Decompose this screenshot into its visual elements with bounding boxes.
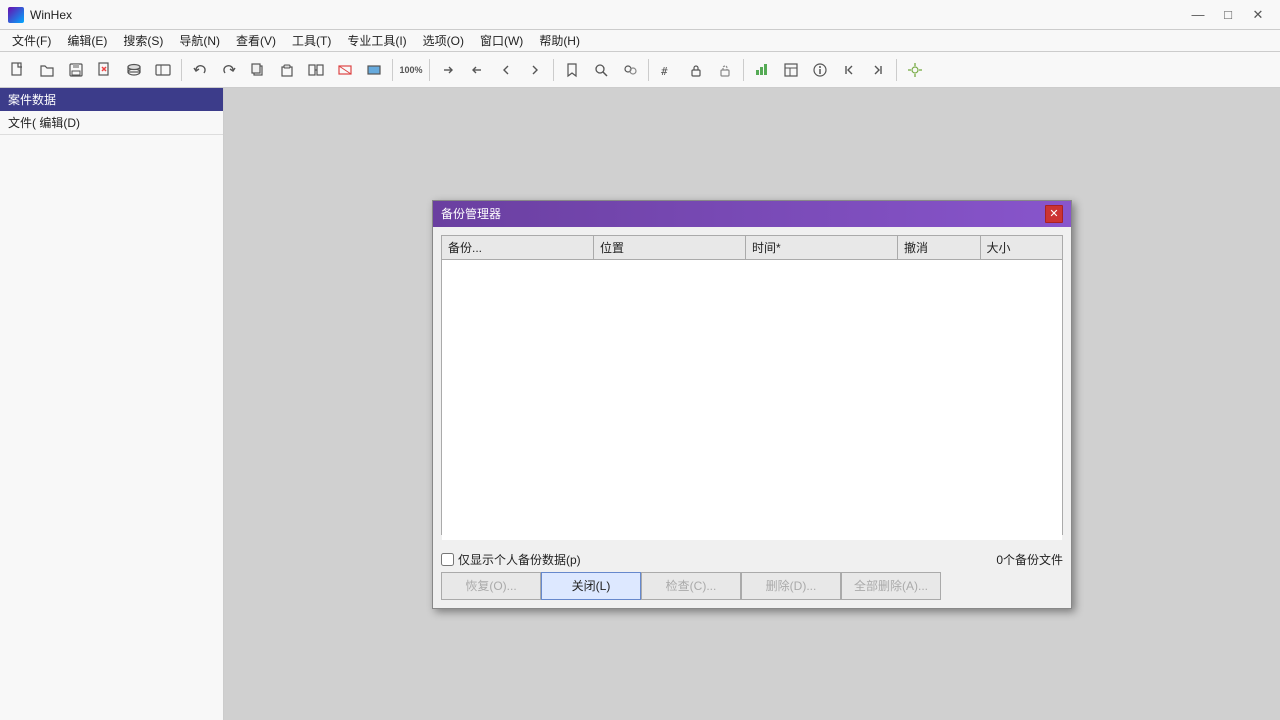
undo-button[interactable] — [186, 56, 214, 84]
table-body — [442, 260, 1062, 540]
menu-view[interactable]: 查看(V) — [228, 30, 284, 51]
menu-pro-tools[interactable]: 专业工具(I) — [339, 30, 414, 51]
menu-navigate[interactable]: 导航(N) — [171, 30, 228, 51]
decrypt-button[interactable] — [711, 56, 739, 84]
content-area: 案件数据 文件( 编辑(D) 备份管理器 ✕ 备份... 位置 — [0, 88, 1280, 720]
zoom-button[interactable]: 100% — [397, 56, 425, 84]
dialog-body: 备份... 位置 时间* 撤消 大小 — [433, 227, 1071, 543]
app-title: WinHex — [30, 8, 72, 22]
menu-help[interactable]: 帮助(H) — [531, 30, 588, 51]
analysis-button[interactable] — [748, 56, 776, 84]
app-icon — [8, 7, 24, 23]
delete-button[interactable]: 删除(D)... — [741, 572, 841, 600]
backup-count: 0个备份文件 — [996, 551, 1063, 568]
replace-button[interactable] — [616, 56, 644, 84]
sidebar-header: 案件数据 — [0, 88, 223, 111]
table-header-row: 备份... 位置 时间* 撤消 大小 — [442, 236, 1062, 260]
dialog-footer: 仅显示个人备份数据(p) 0个备份文件 恢复(O)... 关闭(L) 检查(C)… — [433, 543, 1071, 608]
redo-button[interactable] — [215, 56, 243, 84]
title-bar: WinHex — □ ✕ — [0, 0, 1280, 30]
personal-backup-checkbox[interactable] — [441, 553, 454, 566]
menu-edit[interactable]: 编辑(E) — [59, 30, 115, 51]
open-button[interactable] — [33, 56, 61, 84]
sidebar: 案件数据 文件( 编辑(D) — [0, 88, 224, 720]
menu-bar: 文件(F) 编辑(E) 搜索(S) 导航(N) 查看(V) 工具(T) 专业工具… — [0, 30, 1280, 52]
fill-button[interactable] — [360, 56, 388, 84]
crypt-button[interactable] — [682, 56, 710, 84]
copy-button[interactable] — [244, 56, 272, 84]
col-undo: 撤消 — [898, 236, 981, 259]
col-backup: 备份... — [442, 236, 594, 259]
toolbar-separator-3 — [429, 59, 430, 81]
toolbar-separator-2 — [392, 59, 393, 81]
bookmark-button[interactable] — [558, 56, 586, 84]
go-forward-button[interactable] — [434, 56, 462, 84]
window-close-button[interactable]: ✕ — [1244, 5, 1272, 25]
svg-text:#: # — [661, 65, 668, 78]
menu-search[interactable]: 搜索(S) — [115, 30, 171, 51]
close-button[interactable]: 关闭(L) — [541, 572, 641, 600]
checkbox-row: 仅显示个人备份数据(p) 0个备份文件 — [441, 547, 1063, 572]
clone-button[interactable] — [302, 56, 330, 84]
main-view: 备份管理器 ✕ 备份... 位置 时间* 撤消 大小 — [224, 88, 1280, 720]
go-back-button[interactable] — [463, 56, 491, 84]
toolbar-separator-5 — [648, 59, 649, 81]
options-button[interactable] — [901, 56, 929, 84]
col-time: 时间* — [746, 236, 898, 259]
open-partition-button[interactable] — [149, 56, 177, 84]
dialog-close-button[interactable]: ✕ — [1045, 205, 1063, 223]
minimize-button[interactable]: — — [1184, 5, 1212, 25]
menu-tools[interactable]: 工具(T) — [284, 30, 339, 51]
toolbar-separator — [181, 59, 182, 81]
personal-backup-checkbox-label[interactable]: 仅显示个人备份数据(p) — [441, 551, 581, 568]
backup-manager-dialog: 备份管理器 ✕ 备份... 位置 时间* 撤消 大小 — [432, 200, 1072, 609]
menu-options[interactable]: 选项(O) — [415, 30, 472, 51]
toolbar-separator-4 — [553, 59, 554, 81]
close-file-button[interactable] — [91, 56, 119, 84]
dialog-buttons: 恢复(O)... 关闭(L) 检查(C)... 删除(D)... 全部删除(A)… — [441, 572, 1063, 600]
maximize-button[interactable]: □ — [1214, 5, 1242, 25]
toolbar: 100% # — [0, 52, 1280, 88]
find-button[interactable] — [587, 56, 615, 84]
new-file-button[interactable] — [4, 56, 32, 84]
sidebar-sub-header: 文件( 编辑(D) — [0, 111, 223, 135]
menu-file[interactable]: 文件(F) — [4, 30, 59, 51]
backup-table: 备份... 位置 时间* 撤消 大小 — [441, 235, 1063, 535]
dialog-title: 备份管理器 — [441, 205, 501, 222]
wipe-button[interactable] — [331, 56, 359, 84]
menu-window[interactable]: 窗口(W) — [472, 30, 531, 51]
toolbar-separator-6 — [743, 59, 744, 81]
prev-result-button[interactable] — [835, 56, 863, 84]
disk-info-button[interactable] — [806, 56, 834, 84]
dialog-overlay: 备份管理器 ✕ 备份... 位置 时间* 撤消 大小 — [224, 88, 1280, 720]
col-location: 位置 — [594, 236, 746, 259]
window-controls: — □ ✕ — [1184, 5, 1272, 25]
col-size: 大小 — [981, 236, 1063, 259]
delete-all-button[interactable]: 全部删除(A)... — [841, 572, 941, 600]
hash-button[interactable]: # — [653, 56, 681, 84]
restore-button[interactable]: 恢复(O)... — [441, 572, 541, 600]
nav-prev-button[interactable] — [492, 56, 520, 84]
check-button[interactable]: 检查(C)... — [641, 572, 741, 600]
template-button[interactable] — [777, 56, 805, 84]
paste-button[interactable] — [273, 56, 301, 84]
open-disk-button[interactable] — [120, 56, 148, 84]
toolbar-separator-7 — [896, 59, 897, 81]
personal-backup-label: 仅显示个人备份数据(p) — [458, 551, 581, 568]
save-button[interactable] — [62, 56, 90, 84]
dialog-title-bar: 备份管理器 ✕ — [433, 201, 1071, 227]
title-bar-left: WinHex — [8, 7, 72, 23]
next-result-button[interactable] — [864, 56, 892, 84]
nav-next-button[interactable] — [521, 56, 549, 84]
